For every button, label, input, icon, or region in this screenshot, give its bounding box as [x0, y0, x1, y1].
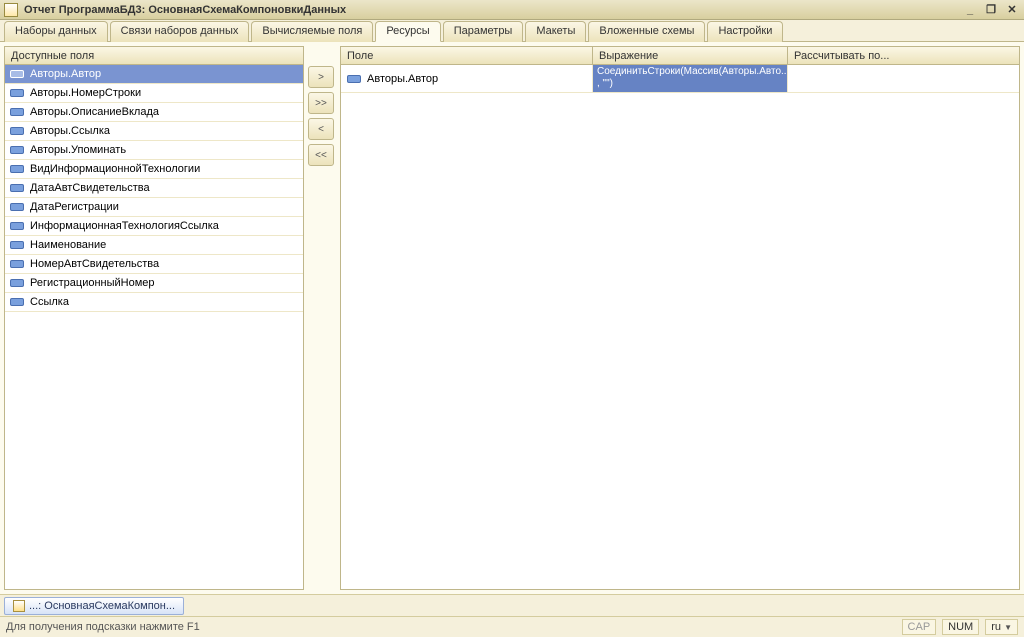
field-label: ИнформационнаяТехнологияСсылка: [30, 220, 219, 232]
list-item[interactable]: Авторы.НомерСтроки: [5, 84, 303, 103]
available-fields-header: Доступные поля: [5, 47, 303, 65]
close-button[interactable]: ✕: [1004, 3, 1020, 17]
field-icon: [10, 260, 24, 268]
list-item[interactable]: РегистрационныйНомер: [5, 274, 303, 293]
status-bar: Для получения подсказки нажмите F1 CAP N…: [0, 616, 1024, 637]
field-icon: [10, 146, 24, 154]
field-label: ДатаАвтСвидетельства: [30, 182, 150, 194]
remove-one-button[interactable]: <: [308, 118, 334, 140]
field-icon: [10, 184, 24, 192]
document-icon: [13, 600, 25, 612]
list-item[interactable]: ДатаРегистрации: [5, 198, 303, 217]
field-icon: [10, 89, 24, 97]
status-hint: Для получения подсказки нажмите F1: [6, 621, 200, 633]
tab-calculated-fields[interactable]: Вычисляемые поля: [251, 21, 373, 42]
field-icon: [10, 222, 24, 230]
status-lang[interactable]: ru ▼: [985, 619, 1018, 635]
list-item[interactable]: ВидИнформационнойТехнологии: [5, 160, 303, 179]
cell-expression[interactable]: СоединитьСтроки(Массив(Авторы.Авто... , …: [593, 65, 788, 92]
table-row[interactable]: Авторы.Автор СоединитьСтроки(Массив(Автор…: [341, 65, 1019, 93]
cell-field[interactable]: Авторы.Автор: [341, 65, 593, 92]
lang-dropdown-icon: ▼: [1004, 623, 1012, 632]
add-all-button[interactable]: >>: [308, 92, 334, 114]
tab-data-sets[interactable]: Наборы данных: [4, 21, 108, 42]
list-item[interactable]: Авторы.Ссылка: [5, 122, 303, 141]
add-one-button[interactable]: >: [308, 66, 334, 88]
status-cap: CAP: [902, 619, 937, 635]
field-icon: [10, 241, 24, 249]
tab-parameters[interactable]: Параметры: [443, 21, 524, 42]
header-expression[interactable]: Выражение: [593, 47, 788, 64]
resources-table-header: Поле Выражение Рассчитывать по...: [341, 47, 1019, 65]
field-label: Авторы.Автор: [30, 68, 101, 80]
field-icon: [10, 298, 24, 306]
field-label: Авторы.НомерСтроки: [30, 87, 141, 99]
resources-table-body[interactable]: Авторы.Автор СоединитьСтроки(Массив(Автор…: [341, 65, 1019, 589]
list-item[interactable]: Авторы.Автор: [5, 65, 303, 84]
document-tab[interactable]: ...: ОсновнаяСхемаКомпон...: [4, 597, 184, 615]
tab-templates[interactable]: Макеты: [525, 21, 586, 42]
field-label: ДатаРегистрации: [30, 201, 119, 213]
field-icon: [10, 165, 24, 173]
available-fields-list[interactable]: Авторы.Автор Авторы.НомерСтроки Авторы.Опи…: [5, 65, 303, 589]
header-calc[interactable]: Рассчитывать по...: [788, 47, 1019, 64]
field-label: Наименование: [30, 239, 106, 251]
cell-field-text: Авторы.Автор: [367, 73, 438, 85]
list-item[interactable]: Авторы.Упоминать: [5, 141, 303, 160]
tab-nested-schemas[interactable]: Вложенные схемы: [588, 21, 705, 42]
field-label: Авторы.Упоминать: [30, 144, 126, 156]
field-icon: [10, 70, 24, 78]
minimize-button[interactable]: _: [962, 3, 978, 17]
list-item[interactable]: Наименование: [5, 236, 303, 255]
status-num: NUM: [942, 619, 979, 635]
document-bar: ...: ОсновнаяСхемаКомпон...: [0, 594, 1024, 616]
list-item[interactable]: Ссылка: [5, 293, 303, 312]
list-item[interactable]: ИнформационнаяТехнологияСсылка: [5, 217, 303, 236]
field-icon: [10, 108, 24, 116]
field-label: Авторы.ОписаниеВклада: [30, 106, 159, 118]
remove-all-button[interactable]: <<: [308, 144, 334, 166]
tab-data-set-links[interactable]: Связи наборов данных: [110, 21, 250, 42]
field-icon: [347, 75, 361, 83]
transfer-buttons: > >> < <<: [308, 46, 336, 590]
field-label: РегистрационныйНомер: [30, 277, 155, 289]
field-icon: [10, 279, 24, 287]
available-fields-panel: Доступные поля Авторы.Автор Авторы.НомерС…: [4, 46, 304, 590]
window-title: Отчет ПрограммаБД3: ОсновнаяСхемаКомпоно…: [24, 4, 962, 16]
field-icon: [10, 127, 24, 135]
list-item[interactable]: ДатаАвтСвидетельства: [5, 179, 303, 198]
document-tab-label: ...: ОсновнаяСхемаКомпон...: [29, 600, 175, 612]
main-tabs: Наборы данных Связи наборов данных Вычис…: [0, 20, 1024, 42]
cell-calc[interactable]: [788, 65, 1019, 92]
titlebar: Отчет ПрограммаБД3: ОсновнаяСхемаКомпоно…: [0, 0, 1024, 20]
tab-settings[interactable]: Настройки: [707, 21, 783, 42]
field-icon: [10, 203, 24, 211]
app-icon: [4, 3, 18, 17]
resources-panel: Поле Выражение Рассчитывать по... Авторы…: [340, 46, 1020, 590]
list-item[interactable]: НомерАвтСвидетельства: [5, 255, 303, 274]
field-label: Авторы.Ссылка: [30, 125, 110, 137]
maximize-button[interactable]: ❐: [983, 3, 999, 17]
header-field[interactable]: Поле: [341, 47, 593, 64]
tab-resources[interactable]: Ресурсы: [375, 21, 440, 42]
workarea: Доступные поля Авторы.Автор Авторы.НомерС…: [0, 42, 1024, 594]
field-label: Ссылка: [30, 296, 69, 308]
field-label: НомерАвтСвидетельства: [30, 258, 159, 270]
window-buttons: _ ❐ ✕: [962, 3, 1020, 17]
field-label: ВидИнформационнойТехнологии: [30, 163, 200, 175]
list-item[interactable]: Авторы.ОписаниеВклада: [5, 103, 303, 122]
